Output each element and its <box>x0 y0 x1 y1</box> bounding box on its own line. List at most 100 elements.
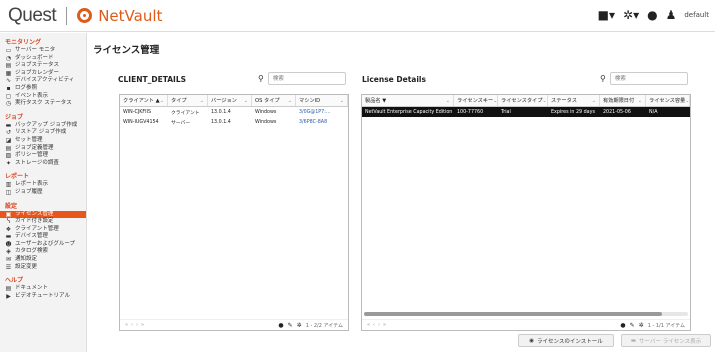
report-icon: ▥ <box>5 181 12 189</box>
sidebar-item[interactable]: ▧ ポリシー管理 <box>0 152 86 160</box>
monitor-icon: ▭ <box>5 47 12 54</box>
client-details-grid: クライアント ▲ ⌄ タイプ ⌄ バージョン ⌄ OS タイプ ⌄ マシンID ⌄ WIN-CJK… <box>119 94 349 331</box>
sidebar-item[interactable]: ▶ ビデオチュートリアル <box>0 293 86 301</box>
column-header[interactable]: クライアント ▲ ⌄ <box>120 95 168 106</box>
sidebar-item-label: デバイスアクティビティ <box>15 77 75 84</box>
table-cell: Expires in 29 days <box>551 109 595 115</box>
column-header[interactable]: OS タイプ ⌄ <box>252 95 296 106</box>
server-license-button[interactable]: ▬ サーバー ライセンス表示 <box>621 334 711 347</box>
sidebar-item[interactable]: ↺ リストア ジョブ作成 <box>0 129 86 137</box>
sidebar-item[interactable]: ✦ ストレージの調査 <box>0 160 86 168</box>
table-cell: WIN-IUGV4154 <box>123 119 159 125</box>
pagination-icon[interactable]: «‹›» <box>367 322 389 328</box>
restore-icon: ↺ <box>5 129 12 137</box>
client-icon: ❖ <box>5 225 12 233</box>
pagination-icon[interactable]: «‹›» <box>125 322 147 328</box>
chevron-down-icon[interactable]: ⌄ <box>446 98 450 104</box>
column-header[interactable]: ライセンス容量 ⌄ <box>646 95 690 106</box>
chevron-down-icon[interactable]: ⌄ <box>340 98 344 104</box>
license-details-title: License Details <box>362 75 426 84</box>
sidebar-item[interactable]: ▤ ジョブ定義管理 <box>0 145 86 153</box>
sidebar-item[interactable]: ◷ 実行タスク ステータス <box>0 100 86 108</box>
sidebar-item-label: サーバー モニタ <box>15 47 56 53</box>
chevron-down-icon[interactable]: ⌄ <box>592 98 596 104</box>
sidebar-item[interactable]: ▤ ドキュメント <box>0 285 86 293</box>
sidebar-section-title: レポート <box>5 173 30 181</box>
sidebar-item[interactable]: ▣ ライセンス管理 <box>0 210 86 219</box>
sidebar-item[interactable]: ▪ ログ参照 <box>0 85 86 93</box>
sidebar-item-label: カタログ検索 <box>15 248 49 255</box>
table-cell: Windows <box>255 119 277 125</box>
license-search: ⚲ <box>600 72 688 85</box>
chat-icon[interactable]: ■▾ <box>598 8 615 22</box>
chevron-down-icon[interactable]: ⌄ <box>493 98 497 104</box>
sidebar-item[interactable]: ▭ サーバー モニタ <box>0 47 86 55</box>
sidebar-item[interactable]: ∿ デバイスアクティビティ <box>0 77 86 85</box>
catalog-icon: ◈ <box>6 248 11 256</box>
job-status-icon: ▤ <box>5 62 12 70</box>
document-icon: ▤ <box>5 285 12 293</box>
client-search-input[interactable] <box>267 72 346 85</box>
client-grid-body: WIN-CJKFIIS クライアント 13.0.1.4 Windows 3/0G@1P7… <box>120 107 348 127</box>
settings-icon[interactable]: ✲ <box>639 322 644 329</box>
chevron-down-icon[interactable]: ⌄ <box>244 98 248 104</box>
storage-icon: ✦ <box>5 159 12 167</box>
sidebar-item-label: ガイド付き設定 <box>15 218 54 225</box>
column-header[interactable]: ステータス ⌄ <box>548 95 600 106</box>
column-header[interactable]: ライセンスタイプ ⌄ <box>498 95 548 106</box>
sidebar-item[interactable]: ▬ デバイス管理 <box>0 233 86 241</box>
install-license-button[interactable]: ◉ ライセンスのインストール <box>518 334 614 347</box>
info-icon[interactable]: ● <box>278 322 283 329</box>
logo: Quest NetVault <box>0 5 162 27</box>
sidebar-item[interactable]: ◪ セット管理 <box>0 137 86 145</box>
sidebar-item[interactable]: ▤ ジョブステータス <box>0 62 86 70</box>
sidebar-item[interactable]: ▥ レポート表示 <box>0 181 86 189</box>
info-icon[interactable]: ● <box>647 8 657 22</box>
sidebar-item-label: ドキュメント <box>15 285 49 292</box>
table-cell: 13.0.1.4 <box>211 119 231 125</box>
table-row[interactable]: WIN-CJKFIIS クライアント 13.0.1.4 Windows 3/0G@1P7… <box>120 107 348 117</box>
sidebar-section-title: モニタリング <box>5 39 42 46</box>
sidebar-item-label: ジョブ定義管理 <box>15 144 54 151</box>
sidebar-item-label: ログ参照 <box>15 84 38 91</box>
sidebar-item-label: ジョブステータス <box>15 62 60 69</box>
column-header[interactable]: マシンID ⌄ <box>296 95 348 106</box>
client-search: ⚲ <box>258 72 346 85</box>
sidebar-item[interactable]: ᓭ ガイド付き設定 <box>0 218 86 226</box>
sidebar-item[interactable]: ✉ 通知設定 <box>0 256 86 264</box>
chevron-down-icon[interactable]: ⌄ <box>200 98 204 104</box>
sidebar-item-label: デバイス管理 <box>15 233 48 240</box>
column-header[interactable]: タイプ ⌄ <box>168 95 208 106</box>
install-icon: ◉ <box>529 337 535 344</box>
edit-icon[interactable]: ✎ <box>288 322 293 329</box>
table-row[interactable]: WIN-IUGV4154 サーバー 13.0.1.4 Windows 3/6P8C-8A… <box>120 117 348 127</box>
column-header[interactable]: 製品名 ▼ ⌄ <box>362 95 454 106</box>
netvault-logo-icon <box>77 8 93 23</box>
chevron-down-icon[interactable]: ⌄ <box>685 98 689 104</box>
sidebar-item[interactable]: ◫ ジョブ履歴 <box>0 189 86 197</box>
user-icon[interactable]: ♟ <box>666 8 677 22</box>
table-cell: 2021-05-06 <box>603 109 631 115</box>
horizontal-scrollbar[interactable] <box>364 312 688 316</box>
user-name[interactable]: default <box>684 11 709 19</box>
settings-gear-icon[interactable]: ✲▾ <box>623 8 639 22</box>
edit-icon[interactable]: ✎ <box>630 322 635 329</box>
column-header[interactable]: バージョン ⌄ <box>208 95 252 106</box>
chevron-down-icon[interactable]: ⌄ <box>288 98 292 104</box>
sidebar-item[interactable]: ◈ カタログ検索 <box>0 248 86 256</box>
chevron-down-icon[interactable]: ⌄ <box>160 98 164 104</box>
license-search-input[interactable] <box>609 72 688 85</box>
sidebar-nav: モニタリング ▭ サーバー モニタ ◔ ダッシュボード ▤ ジョブステータス ▦ ジョブカレンダ… <box>0 33 87 352</box>
column-header[interactable]: ライセンスキー ⌄ <box>454 95 498 106</box>
sidebar-item-label: ビデオチュートリアル <box>15 292 70 299</box>
info-icon[interactable]: ● <box>620 322 625 329</box>
chevron-down-icon[interactable]: ⌄ <box>542 98 546 104</box>
sidebar-item[interactable]: ☰ 設定変更 <box>0 264 86 272</box>
chevron-down-icon[interactable]: ⌄ <box>638 98 642 104</box>
column-header[interactable]: 有効期限日付 ⌄ <box>600 95 646 106</box>
settings-icon[interactable]: ✲ <box>297 322 302 329</box>
license-grid-footer: «‹›» ● ✎ ✲ 1 - 1/1 アイテム <box>362 319 690 330</box>
event-icon: ▢ <box>5 92 12 100</box>
table-row[interactable]: NetVault Enterprise Capacity Edition 100-… <box>362 107 690 117</box>
table-cell: 13.0.1.4 <box>211 109 231 115</box>
